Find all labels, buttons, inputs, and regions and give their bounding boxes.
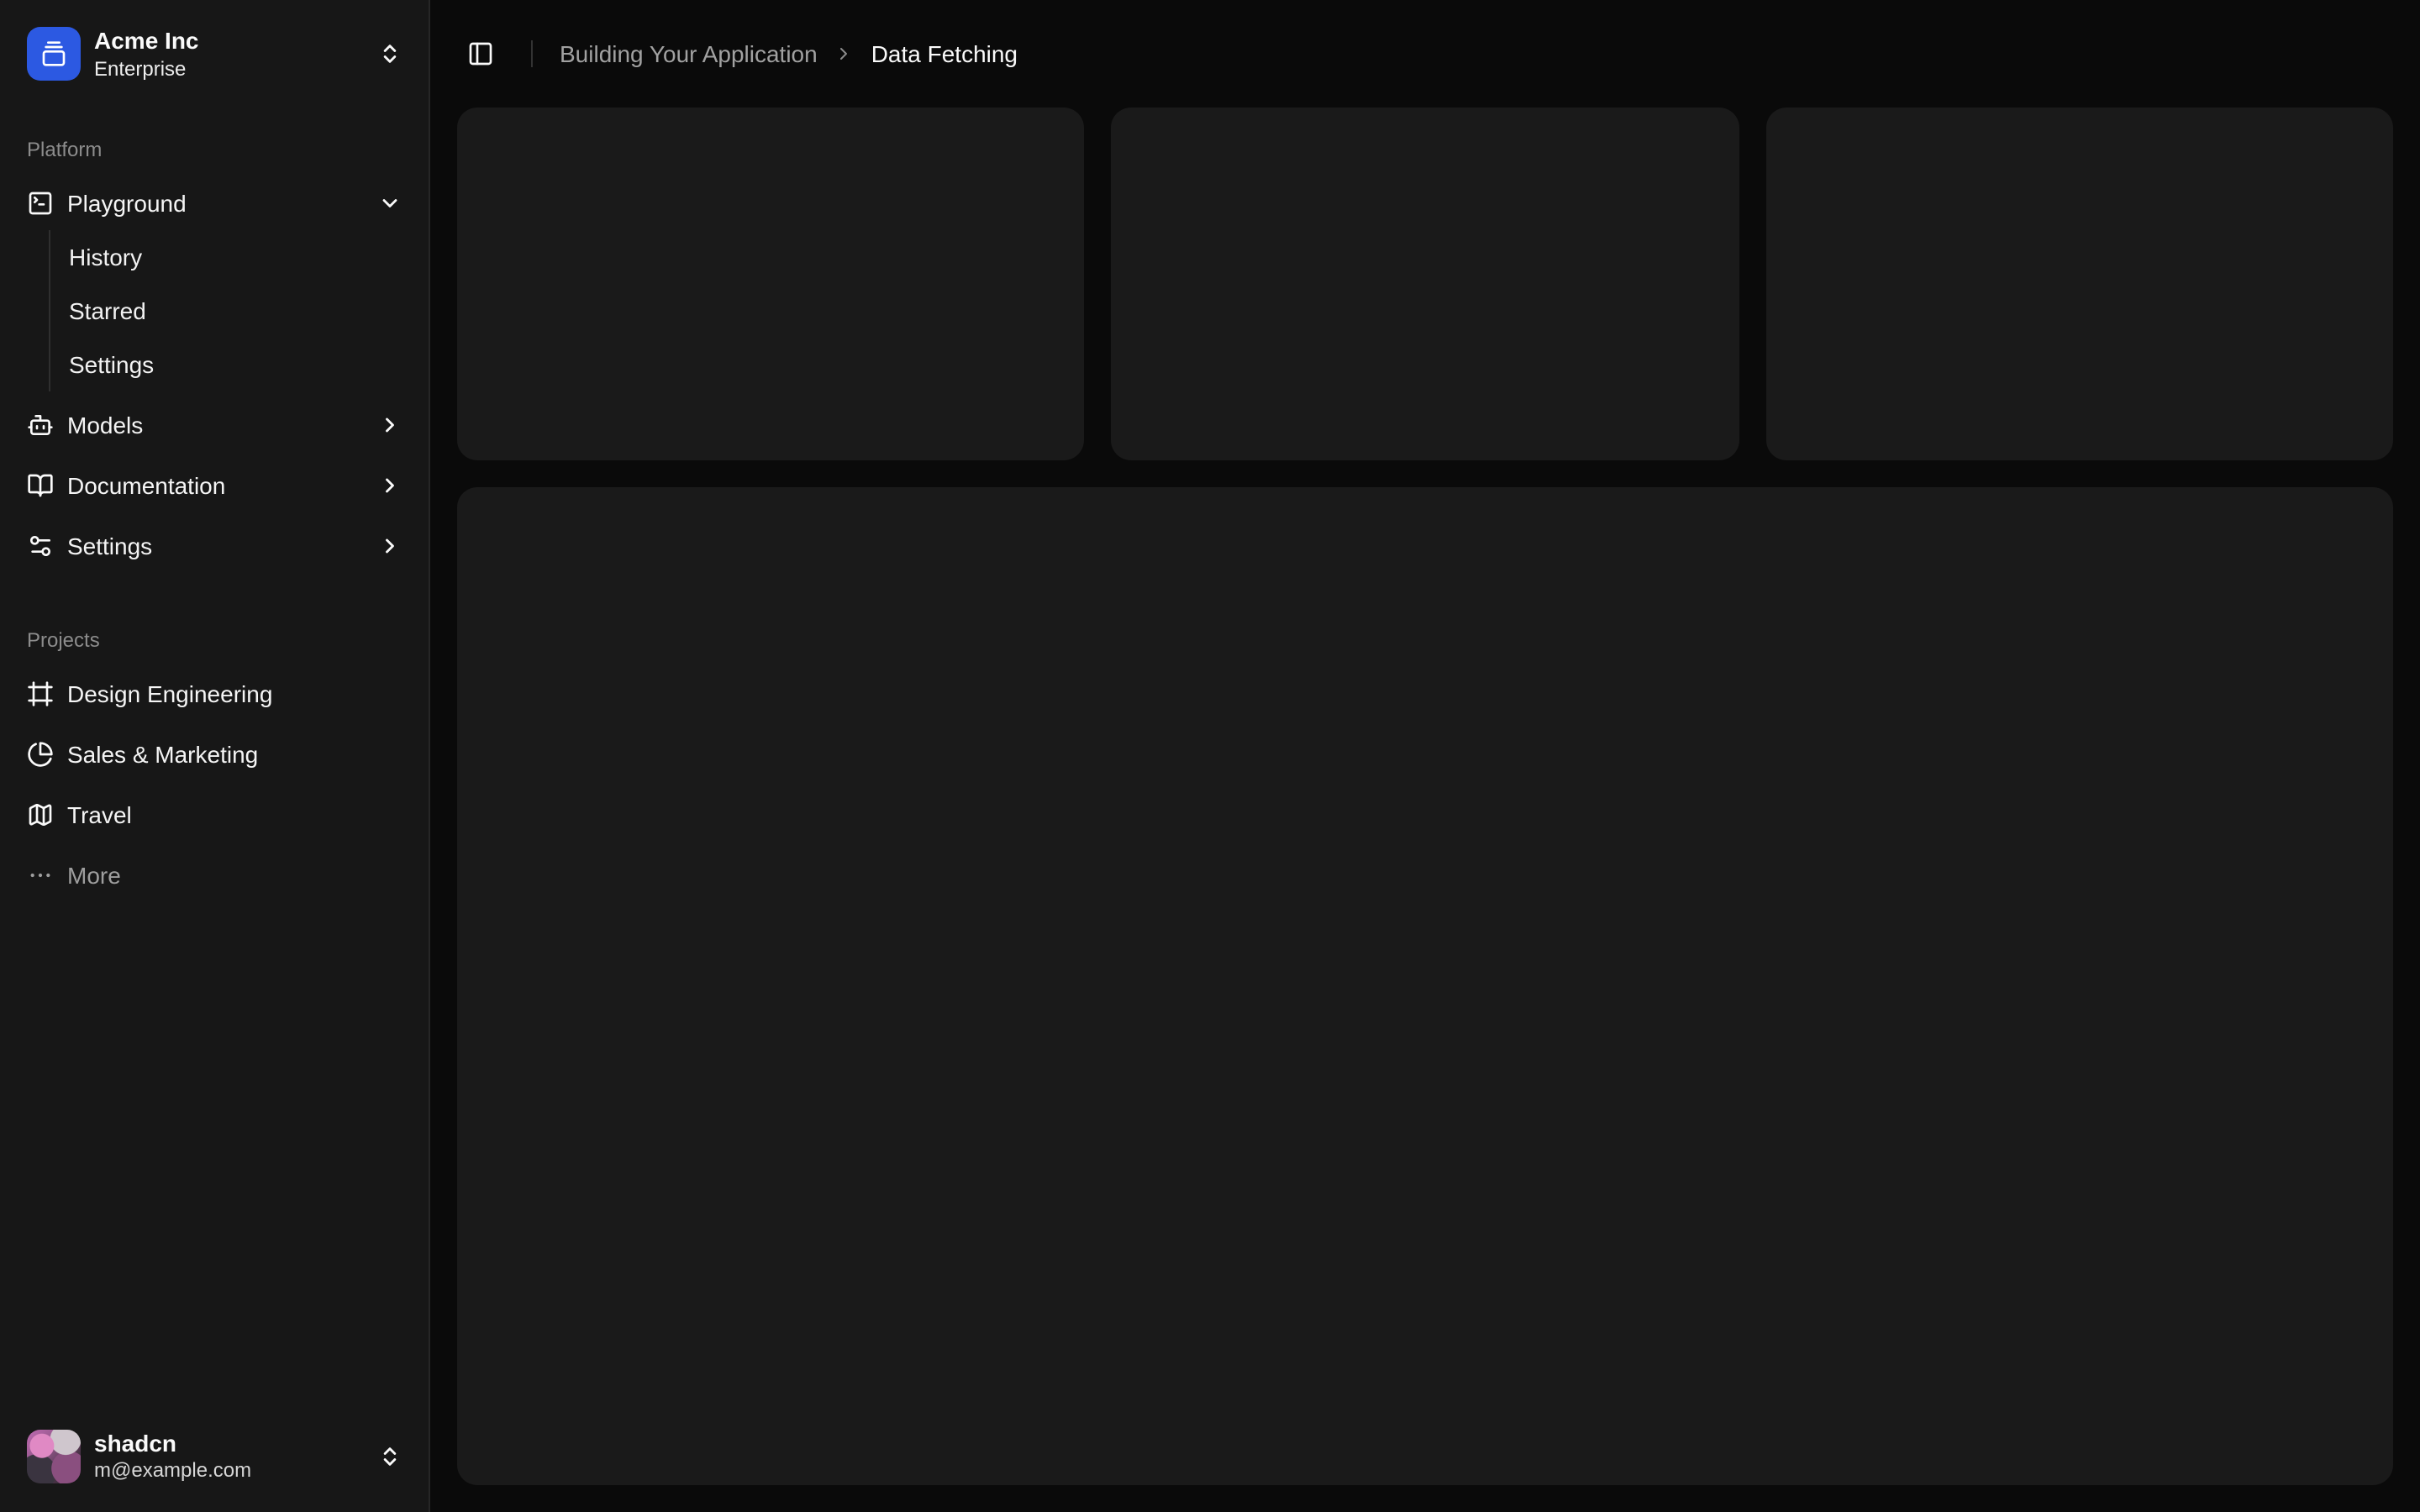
sidebar-toggle-button[interactable] [457, 30, 504, 77]
map-icon [27, 801, 54, 827]
header-separator [531, 40, 533, 67]
sidebar-group-platform: Platform Playground [13, 108, 415, 572]
sidebar-footer: shadcn m@example.com [0, 1401, 429, 1512]
sidebar-item-models[interactable]: Models [13, 397, 415, 451]
group-label-platform: Platform [13, 122, 415, 176]
team-text: Acme Inc Enterprise [94, 27, 199, 81]
sidebar-item-label: Sales & Marketing [67, 740, 258, 767]
main-area: Building Your Application Data Fetching [430, 0, 2420, 1512]
sidebar-item-label: Settings [67, 532, 152, 559]
platform-menu: Playground History Starred [13, 176, 415, 572]
subitem-label: Settings [69, 350, 154, 377]
user-menu-button[interactable]: shadcn m@example.com [13, 1415, 415, 1499]
placeholder-card-large [457, 487, 2393, 1485]
sidebar-item-playground[interactable]: Playground [13, 176, 415, 229]
chevron-right-icon [378, 533, 402, 557]
sidebar-item-settings[interactable]: Settings [13, 518, 415, 572]
breadcrumb-current-page: Data Fetching [871, 40, 1018, 67]
chevron-right-icon [378, 473, 402, 496]
team-switcher-button[interactable]: Acme Inc Enterprise [13, 13, 415, 95]
team-plan: Enterprise [94, 56, 199, 81]
sidebar-item-design-engineering[interactable]: Design Engineering [13, 666, 415, 720]
placeholder-card-row [457, 108, 2393, 460]
placeholder-card-2 [1112, 108, 1739, 460]
settings-icon [27, 532, 54, 559]
sidebar-content: Platform Playground [0, 108, 429, 1401]
sidebar-item-travel[interactable]: Travel [13, 787, 415, 841]
sidebar-item-label: Models [67, 411, 143, 438]
sidebar-header: Acme Inc Enterprise [0, 0, 429, 108]
sidebar-item-label: Playground [67, 189, 187, 216]
sidebar-item-label: Travel [67, 801, 132, 827]
bot-icon [27, 411, 54, 438]
sidebar-subitem-settings[interactable]: Settings [55, 340, 415, 387]
chevron-right-icon [378, 412, 402, 436]
book-open-icon [27, 471, 54, 498]
user-email: m@example.com [94, 1459, 251, 1485]
sidebar-group-projects: Projects Design Engineering [13, 599, 415, 901]
top-header: Building Your Application Data Fetching [430, 0, 2420, 108]
sidebar-subitem-starred[interactable]: Starred [55, 286, 415, 333]
pie-chart-icon [27, 740, 54, 767]
app-shell: Acme Inc Enterprise Platform [0, 0, 2420, 1512]
panel-left-icon [467, 40, 494, 67]
user-text: shadcn m@example.com [94, 1428, 251, 1485]
sidebar-item-documentation[interactable]: Documentation [13, 458, 415, 512]
breadcrumb-parent-link[interactable]: Building Your Application [560, 40, 818, 67]
projects-menu: Design Engineering Sales & Marketing [13, 666, 415, 901]
avatar [27, 1430, 81, 1483]
team-logo [27, 28, 81, 81]
sidebar-item-label: Design Engineering [67, 680, 272, 706]
page-content [430, 108, 2420, 1512]
chevrons-up-down-icon [378, 43, 402, 66]
sidebar-item-label: Documentation [67, 471, 225, 498]
placeholder-card-3 [1765, 108, 2393, 460]
ellipsis-icon [27, 861, 54, 888]
breadcrumb: Building Your Application Data Fetching [560, 40, 1018, 67]
sidebar-subitem-history[interactable]: History [55, 233, 415, 280]
viewport: Acme Inc Enterprise Platform [0, 0, 2420, 1512]
playground-submenu: History Starred Settings [49, 229, 415, 391]
sidebar-item-label: More [67, 861, 121, 888]
group-label-projects: Projects [13, 612, 415, 666]
sidebar-item-sales-marketing[interactable]: Sales & Marketing [13, 727, 415, 780]
gallery-vertical-end-icon [40, 41, 67, 68]
subitem-label: History [69, 243, 142, 270]
playground-block: Playground History Starred [13, 176, 415, 391]
sidebar-item-more[interactable]: More [13, 848, 415, 901]
placeholder-card-1 [457, 108, 1085, 460]
team-name: Acme Inc [94, 27, 199, 56]
chevron-right-icon [834, 44, 855, 64]
chevron-down-icon [378, 191, 402, 214]
square-terminal-icon [27, 189, 54, 216]
sidebar: Acme Inc Enterprise Platform [0, 0, 430, 1512]
subitem-label: Starred [69, 297, 146, 323]
frame-icon [27, 680, 54, 706]
chevrons-up-down-icon [378, 1445, 402, 1468]
user-name: shadcn [94, 1428, 251, 1458]
